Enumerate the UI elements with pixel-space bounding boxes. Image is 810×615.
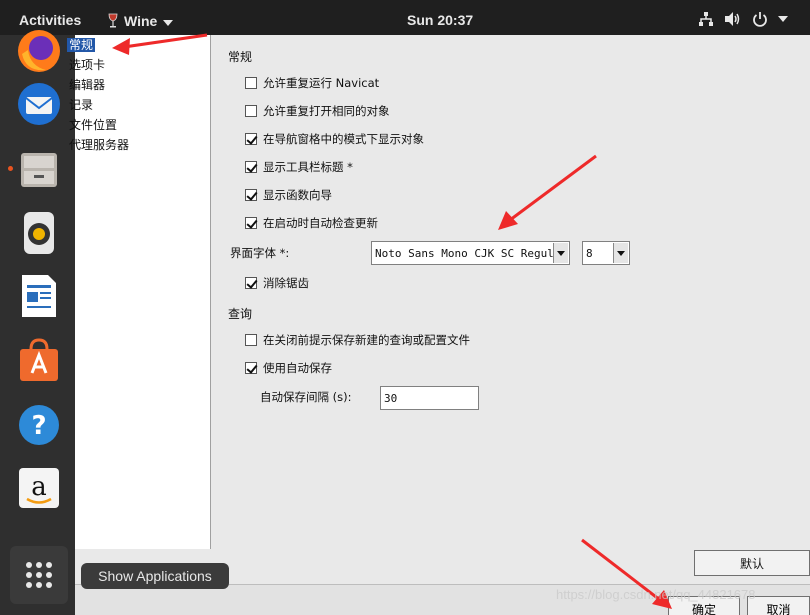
checkbox[interactable]: [245, 334, 257, 346]
options-content: 常规 允许重复运行 Navicat 允许重复打开相同的对象 在导航窗格中的模式下…: [212, 35, 810, 615]
thunderbird-icon[interactable]: [15, 80, 63, 128]
option-auto-save[interactable]: 使用自动保存: [245, 360, 332, 376]
nav-item-general[interactable]: 常规: [67, 36, 96, 54]
running-indicator: [8, 166, 13, 171]
option-label: 允许重复运行 Navicat: [263, 76, 380, 90]
svg-text:a: a: [31, 472, 47, 502]
option-prompt-save-query[interactable]: 在关闭前提示保存新建的查询或配置文件: [245, 332, 470, 348]
nav-item-log[interactable]: 记录: [67, 96, 95, 114]
section-title-query: 查询: [228, 307, 253, 321]
chevron-down-icon[interactable]: [778, 16, 788, 22]
option-check-updates[interactable]: 在启动时自动检查更新: [245, 215, 378, 231]
checkbox[interactable]: [245, 105, 257, 117]
nav-item-label: 编辑器: [69, 78, 106, 92]
section-title-general: 常规: [228, 50, 253, 64]
grid-icon: [26, 562, 52, 588]
checkbox[interactable]: [245, 217, 257, 229]
option-label: 消除锯齿: [263, 276, 309, 290]
checkbox[interactable]: [245, 161, 257, 173]
nav-item-tabs[interactable]: 选项卡: [67, 56, 107, 74]
font-size-select[interactable]: 8: [582, 241, 630, 265]
top-bar: Activities Wine Sun 20:37: [0, 0, 810, 35]
volume-icon[interactable]: [724, 11, 742, 27]
font-select-value: Noto Sans Mono CJK SC Regular: [375, 246, 568, 260]
checkbox[interactable]: [245, 277, 257, 289]
option-show-toolbar-captions[interactable]: 显示工具栏标题 *: [245, 159, 353, 175]
checkbox[interactable]: [245, 77, 257, 89]
chevron-down-icon[interactable]: [613, 243, 628, 263]
checkbox[interactable]: [245, 133, 257, 145]
nav-item-file-location[interactable]: 文件位置: [67, 116, 119, 134]
system-tray[interactable]: [698, 11, 788, 27]
network-icon[interactable]: [698, 11, 714, 27]
option-label: 允许重复打开相同的对象: [263, 104, 390, 118]
activities-button[interactable]: Activities: [19, 12, 81, 28]
wine-glass-icon: [108, 13, 118, 29]
option-allow-multiple-navicat[interactable]: 允许重复运行 Navicat: [245, 75, 379, 91]
checkbox[interactable]: [245, 189, 257, 201]
option-label: 在关闭前提示保存新建的查询或配置文件: [263, 333, 470, 347]
libreoffice-writer-icon[interactable]: [15, 272, 63, 320]
help-icon[interactable]: ?: [15, 401, 63, 449]
option-label: 在启动时自动检查更新: [263, 216, 378, 230]
chevron-down-icon: [163, 13, 174, 29]
files-icon[interactable]: [15, 145, 63, 193]
font-label: 界面字体 *:: [230, 246, 290, 260]
font-size-value: 8: [586, 246, 593, 260]
nav-item-proxy[interactable]: 代理服务器: [67, 136, 131, 154]
nav-item-label: 代理服务器: [69, 138, 130, 152]
clock[interactable]: Sun 20:37: [407, 12, 473, 28]
amazon-icon[interactable]: a: [15, 464, 63, 512]
watermark: https://blog.csdn.net/qq_44821678: [556, 587, 756, 602]
options-nav: 常规 选项卡 编辑器 记录 文件位置 代理服务器: [67, 35, 211, 549]
power-icon[interactable]: [752, 11, 768, 27]
rhythmbox-icon[interactable]: [15, 209, 63, 257]
nav-item-editor[interactable]: 编辑器: [67, 76, 107, 94]
firefox-icon[interactable]: [15, 27, 63, 75]
option-label: 使用自动保存: [263, 361, 332, 375]
preferences-window: 常规 选项卡 编辑器 记录 文件位置 代理服务器 常规 允许重复运行 Navic…: [67, 35, 810, 615]
option-label: 显示函数向导: [263, 188, 332, 202]
option-label: 显示工具栏标题 *: [263, 160, 353, 174]
checkbox[interactable]: [245, 362, 257, 374]
autosave-interval-label: 自动保存间隔 (s):: [260, 390, 352, 404]
show-applications-button[interactable]: [10, 546, 68, 604]
app-name: Wine: [124, 13, 158, 29]
cancel-button[interactable]: 取消: [747, 596, 810, 615]
nav-item-label: 选项卡: [69, 58, 106, 72]
chevron-down-icon[interactable]: [553, 243, 568, 263]
nav-item-label: 常规: [67, 38, 96, 52]
font-select[interactable]: Noto Sans Mono CJK SC Regular: [371, 241, 570, 265]
option-show-function-wizard[interactable]: 显示函数向导: [245, 187, 332, 203]
dock: ? a: [0, 30, 75, 615]
default-button[interactable]: 默认: [694, 550, 810, 576]
option-antialias[interactable]: 消除锯齿: [245, 275, 309, 291]
show-applications-tooltip: Show Applications: [81, 563, 229, 589]
option-allow-duplicate-objects[interactable]: 允许重复打开相同的对象: [245, 103, 390, 119]
nav-item-label: 文件位置: [69, 118, 118, 132]
option-label: 在导航窗格中的模式下显示对象: [263, 132, 424, 146]
svg-text:?: ?: [31, 411, 46, 441]
option-show-objects-in-nav[interactable]: 在导航窗格中的模式下显示对象: [245, 131, 424, 147]
app-menu[interactable]: Wine: [108, 10, 174, 32]
nav-item-label: 记录: [69, 98, 94, 112]
autosave-interval-input[interactable]: 30: [380, 386, 479, 410]
software-center-icon[interactable]: [15, 336, 63, 384]
